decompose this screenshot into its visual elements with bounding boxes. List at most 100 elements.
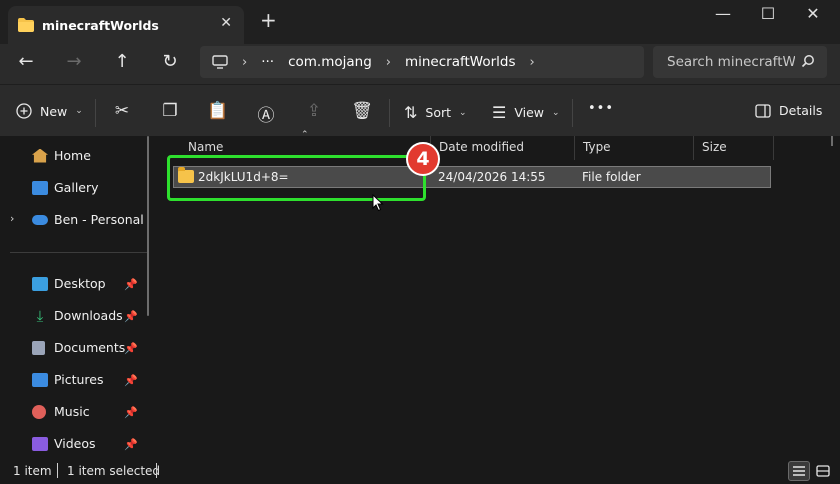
minimize-button[interactable]: — bbox=[713, 4, 733, 23]
tiles-view-button[interactable] bbox=[812, 461, 834, 481]
navigation-bar: ← → ↑ ↻ › ··· com.mojang › minecraftWorl… bbox=[0, 44, 840, 84]
delete-icon[interactable]: 🗑 bbox=[351, 101, 373, 121]
refresh-button[interactable]: ↻ bbox=[158, 52, 182, 72]
chevron-right-icon[interactable]: › bbox=[10, 212, 14, 225]
sidebar-item-documents[interactable]: Documents bbox=[32, 340, 125, 355]
view-list-icon: ☰ bbox=[492, 103, 507, 122]
up-button[interactable]: ↑ bbox=[110, 52, 134, 72]
mouse-cursor-icon bbox=[372, 194, 384, 212]
back-button[interactable]: ← bbox=[14, 52, 38, 72]
pin-icon[interactable]: 📌 bbox=[124, 342, 138, 355]
title-bar: minecraftWorlds ✕ + — ☐ ✕ bbox=[0, 0, 840, 44]
forward-button[interactable]: → bbox=[62, 52, 86, 72]
share-icon[interactable]: ⇪ bbox=[303, 101, 325, 121]
plus-circle-icon bbox=[16, 103, 32, 119]
status-divider bbox=[57, 463, 58, 478]
sidebar-divider bbox=[10, 252, 148, 253]
column-header-date-modified[interactable]: Date modified bbox=[431, 136, 575, 160]
chevron-right-icon: › bbox=[385, 54, 391, 70]
status-divider bbox=[156, 463, 157, 478]
sidebar-item-label: Home bbox=[54, 148, 91, 163]
close-window-button[interactable]: ✕ bbox=[803, 4, 823, 23]
details-button[interactable]: Details bbox=[755, 103, 822, 118]
file-list-scrollbar[interactable] bbox=[831, 136, 833, 146]
pin-icon[interactable]: 📌 bbox=[124, 374, 138, 387]
folder-icon bbox=[18, 18, 34, 32]
search-input[interactable]: Search minecraftW bbox=[667, 54, 795, 70]
breadcrumb-minecraftworlds[interactable]: minecraftWorlds bbox=[405, 54, 516, 70]
sidebar-item-desktop[interactable]: Desktop bbox=[32, 276, 106, 291]
details-view-icon bbox=[793, 466, 805, 476]
column-header-size[interactable]: Size bbox=[694, 136, 774, 160]
search-box[interactable]: Search minecraftW bbox=[653, 46, 827, 78]
videos-icon bbox=[32, 436, 48, 451]
toolbar-divider bbox=[95, 99, 96, 127]
sidebar-item-label: Videos bbox=[54, 436, 96, 451]
close-tab-icon[interactable]: ✕ bbox=[220, 15, 232, 31]
pictures-icon bbox=[32, 372, 48, 387]
sidebar-item-label: Pictures bbox=[54, 372, 104, 387]
status-bar: 1 item 1 item selected bbox=[0, 458, 840, 484]
sidebar-item-home[interactable]: Home bbox=[32, 148, 91, 163]
sidebar-scrollbar[interactable] bbox=[147, 136, 149, 316]
chevron-down-icon: ⌄ bbox=[75, 106, 83, 116]
rename-icon[interactable]: Ⓐ bbox=[255, 101, 277, 126]
column-header-type[interactable]: Type bbox=[575, 136, 694, 160]
sidebar-item-onedrive[interactable]: Ben - Personal bbox=[32, 212, 144, 227]
toolbar-divider bbox=[572, 99, 573, 127]
address-bar[interactable]: › ··· com.mojang › minecraftWorlds › bbox=[200, 46, 644, 78]
desktop-icon bbox=[32, 276, 48, 291]
view-button-label: View bbox=[514, 105, 545, 120]
breadcrumb-overflow[interactable]: ··· bbox=[261, 54, 274, 70]
chevron-right-icon[interactable]: › bbox=[530, 55, 535, 70]
command-bar: New ⌄ ✂ ❐ 📋 Ⓐ ⇪ 🗑 ⇅ Sort ⌄ ☰ View ⌄ ••• … bbox=[0, 84, 840, 136]
chevron-down-icon: ⌄ bbox=[459, 107, 467, 118]
new-tab-button[interactable]: + bbox=[260, 10, 277, 30]
pin-icon[interactable]: 📌 bbox=[124, 278, 138, 291]
toolbar-divider bbox=[389, 99, 390, 127]
pin-icon[interactable]: 📌 bbox=[124, 310, 138, 323]
sidebar-item-label: Desktop bbox=[54, 276, 106, 291]
tab-minecraftworlds[interactable]: minecraftWorlds ✕ bbox=[8, 6, 244, 44]
sidebar-item-label: Documents bbox=[54, 340, 126, 355]
onedrive-icon bbox=[32, 214, 48, 225]
sidebar-item-label: Gallery bbox=[54, 180, 99, 195]
details-button-label: Details bbox=[779, 103, 823, 118]
chevron-right-icon: › bbox=[242, 54, 248, 70]
pin-icon[interactable]: 📌 bbox=[124, 438, 138, 451]
search-icon bbox=[801, 55, 814, 68]
sidebar-item-downloads[interactable]: ⤓ Downloads bbox=[32, 308, 123, 323]
music-icon bbox=[32, 404, 46, 419]
gallery-icon bbox=[32, 180, 48, 195]
new-button[interactable]: New ⌄ bbox=[16, 103, 83, 119]
sort-icon: ⇅ bbox=[404, 103, 418, 122]
breadcrumb-com-mojang[interactable]: com.mojang bbox=[288, 54, 372, 70]
new-button-label: New bbox=[40, 103, 68, 119]
tab-title: minecraftWorlds bbox=[42, 17, 159, 33]
step-number-badge: 4 bbox=[406, 142, 440, 176]
sidebar-item-music[interactable]: Music bbox=[32, 404, 90, 419]
sidebar-item-pictures[interactable]: Pictures bbox=[32, 372, 104, 387]
sidebar-item-videos[interactable]: Videos bbox=[32, 436, 96, 451]
file-type: File folder bbox=[582, 170, 641, 184]
status-item-count: 1 item bbox=[13, 464, 52, 478]
status-selection: 1 item selected bbox=[67, 464, 161, 478]
pin-icon[interactable]: 📌 bbox=[124, 406, 138, 419]
maximize-button[interactable]: ☐ bbox=[758, 4, 778, 23]
sort-button-label: Sort bbox=[425, 105, 452, 120]
downloads-icon: ⤓ bbox=[36, 306, 44, 325]
sidebar-item-label: Music bbox=[54, 404, 90, 419]
paste-icon[interactable]: 📋 bbox=[207, 101, 229, 121]
cut-icon[interactable]: ✂ bbox=[111, 101, 133, 121]
sidebar-item-gallery[interactable]: Gallery bbox=[32, 180, 99, 195]
sort-button[interactable]: ⇅ Sort ⌄ bbox=[404, 103, 467, 122]
chevron-down-icon: ⌄ bbox=[552, 107, 560, 118]
view-button[interactable]: ☰ View ⌄ bbox=[492, 103, 560, 122]
details-view-button[interactable] bbox=[788, 461, 810, 481]
details-pane-icon bbox=[755, 103, 771, 118]
copy-icon[interactable]: ❐ bbox=[159, 101, 181, 121]
sidebar-item-label: Downloads bbox=[54, 308, 123, 323]
file-date-modified: 24/04/2026 14:55 bbox=[438, 170, 546, 184]
more-options-button[interactable]: ••• bbox=[588, 101, 614, 116]
documents-icon bbox=[32, 340, 45, 355]
